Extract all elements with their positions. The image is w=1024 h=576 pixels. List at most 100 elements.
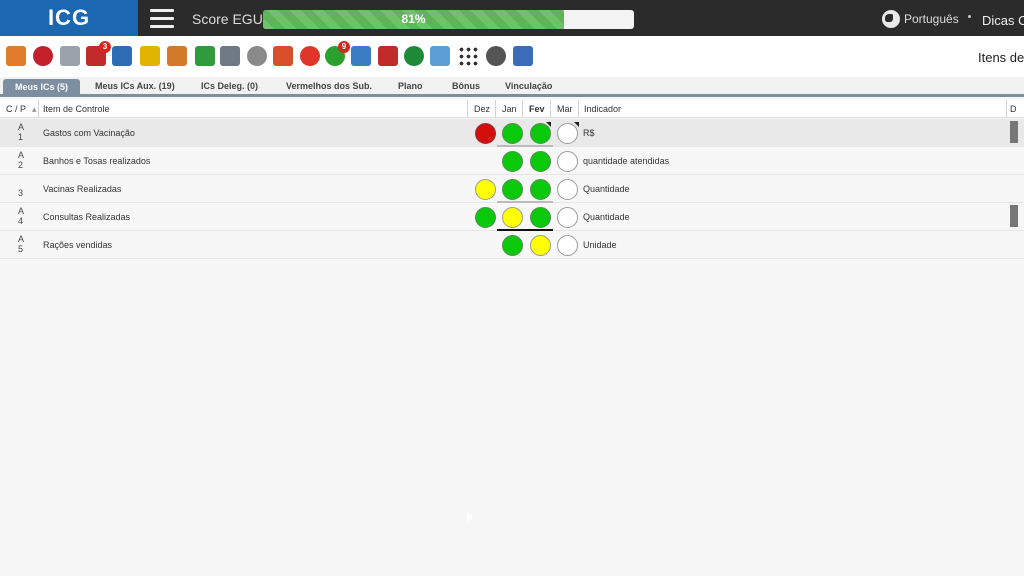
col-mar: Mar bbox=[557, 104, 573, 114]
row-scroll-marker[interactable] bbox=[1010, 121, 1018, 143]
language-selector[interactable]: Português bbox=[882, 10, 959, 28]
clipboard-icon[interactable] bbox=[60, 46, 80, 66]
status-jan-green[interactable] bbox=[502, 235, 523, 256]
tab-0[interactable]: Meus ICs (5) bbox=[3, 79, 81, 97]
items-label: Itens de bbox=[978, 50, 1024, 65]
table-row[interactable]: 3 Vacinas Realizadas Quantidade bbox=[0, 175, 1024, 203]
row-indicador: quantidade atendidas bbox=[583, 156, 670, 166]
presentation-icon[interactable] bbox=[430, 46, 450, 66]
apps-grid-icon[interactable] bbox=[458, 46, 478, 66]
col-d: D bbox=[1010, 104, 1017, 114]
status-fev-yellow[interactable] bbox=[530, 235, 551, 256]
stopwatch-icon[interactable] bbox=[247, 46, 267, 66]
row-indicador: Unidade bbox=[583, 240, 617, 250]
table-row[interactable]: A 5 Rações vendidas Unidade bbox=[0, 231, 1024, 259]
row-cp: A4 bbox=[18, 206, 24, 226]
col-dez: Dez bbox=[474, 104, 491, 114]
row-p: 3 bbox=[18, 188, 24, 198]
rocket-icon[interactable] bbox=[513, 46, 533, 66]
col-cp[interactable]: C / P bbox=[6, 104, 26, 114]
row-cp: A2 bbox=[18, 150, 24, 170]
row-scroll-marker[interactable] bbox=[1010, 205, 1018, 227]
link-icon[interactable] bbox=[140, 46, 160, 66]
help-icon[interactable] bbox=[486, 46, 506, 66]
globe-icon bbox=[882, 10, 900, 28]
status-dez-green[interactable] bbox=[475, 207, 496, 228]
status-mar-empty[interactable] bbox=[557, 179, 578, 200]
target-icon[interactable] bbox=[33, 46, 53, 66]
status-fev-green[interactable] bbox=[530, 207, 551, 228]
check-badge-icon[interactable]: 9 bbox=[325, 41, 350, 66]
row-p: 1 bbox=[18, 132, 24, 142]
table-row[interactable]: A 1 Gastos com Vacinação R$ bbox=[0, 119, 1024, 147]
tab-4[interactable]: Plano bbox=[398, 81, 423, 91]
col-jan: Jan bbox=[502, 104, 517, 114]
table-row[interactable]: A 4 Consultas Realizadas Quantidade bbox=[0, 203, 1024, 231]
tips-link[interactable]: Dicas O bbox=[982, 13, 1024, 28]
row-item-name[interactable]: Gastos com Vacinação bbox=[43, 128, 135, 138]
table-row[interactable]: A 2 Banhos e Tosas realizados quantidade at… bbox=[0, 147, 1024, 175]
org-chart-icon[interactable] bbox=[273, 46, 293, 66]
crosshair-icon[interactable] bbox=[300, 46, 320, 66]
top-bar: ICG Score EGU: 81% Português Dicas O bbox=[0, 0, 1024, 36]
status-jan-green[interactable] bbox=[502, 179, 523, 200]
row-item-name[interactable]: Banhos e Tosas realizados bbox=[43, 156, 150, 166]
notification-badge: 9 bbox=[338, 41, 350, 53]
row-item-name[interactable]: Vacinas Realizadas bbox=[43, 184, 121, 194]
row-c: A bbox=[18, 150, 25, 160]
bar-chart-icon[interactable] bbox=[112, 46, 132, 66]
status-mar-empty[interactable] bbox=[557, 207, 578, 228]
status-mar-empty[interactable] bbox=[557, 235, 578, 256]
grid-calendar-icon[interactable] bbox=[220, 46, 240, 66]
separator-dot bbox=[968, 15, 971, 18]
row-c: A bbox=[18, 122, 25, 132]
row-indicador: Quantidade bbox=[583, 212, 630, 222]
comment-marker bbox=[546, 122, 551, 127]
row-c bbox=[18, 178, 23, 188]
status-mar-empty[interactable] bbox=[557, 151, 578, 172]
row-indicador: Quantidade bbox=[583, 184, 630, 194]
mouse-cursor bbox=[467, 512, 473, 522]
comment-marker bbox=[574, 122, 579, 127]
edit-icon[interactable] bbox=[6, 46, 26, 66]
toolbar: Itens de 3 9 bbox=[0, 36, 1024, 77]
col-item[interactable]: Item de Controle bbox=[43, 104, 110, 114]
tab-bar: Meus ICs (5) Meus ICs Aux. (19) ICs Deleg.… bbox=[0, 77, 1024, 97]
status-fev-green[interactable] bbox=[530, 151, 551, 172]
status-dez-yellow[interactable] bbox=[475, 179, 496, 200]
tab-5[interactable]: Bônus bbox=[452, 81, 480, 91]
tab-3[interactable]: Vermelhos dos Sub. bbox=[286, 81, 372, 91]
col-fev: Fev bbox=[529, 104, 545, 114]
menu-icon[interactable] bbox=[150, 9, 174, 28]
score-progress-text: 81% bbox=[401, 12, 426, 26]
row-p: 5 bbox=[18, 244, 24, 254]
status-jan-green[interactable] bbox=[502, 151, 523, 172]
row-p: 2 bbox=[18, 160, 24, 170]
building-icon[interactable] bbox=[351, 46, 371, 66]
score-label: Score EGU: bbox=[192, 11, 267, 27]
status-dez-red[interactable] bbox=[475, 123, 496, 144]
row-cp: A1 bbox=[18, 122, 24, 142]
row-item-name[interactable]: Rações vendidas bbox=[43, 240, 112, 250]
people-icon[interactable] bbox=[167, 46, 187, 66]
tab-6[interactable]: Vinculação bbox=[505, 81, 552, 91]
row-p: 4 bbox=[18, 216, 24, 226]
clock-icon[interactable] bbox=[404, 46, 424, 66]
notification-badge: 3 bbox=[99, 41, 111, 53]
row-c: A bbox=[18, 234, 25, 244]
sort-icon[interactable]: ▴ bbox=[32, 104, 37, 115]
status-jan-yellow[interactable] bbox=[502, 207, 523, 228]
app-logo[interactable]: ICG bbox=[0, 0, 138, 36]
score-progress-bar: 81% bbox=[263, 10, 634, 29]
status-jan-green[interactable] bbox=[502, 123, 523, 144]
row-item-name[interactable]: Consultas Realizadas bbox=[43, 212, 130, 222]
award-icon[interactable] bbox=[195, 46, 215, 66]
calendar-alert-icon[interactable]: 3 bbox=[86, 41, 111, 66]
tab-2[interactable]: ICs Deleg. (0) bbox=[201, 81, 258, 91]
row-c: A bbox=[18, 206, 25, 216]
status-fev-green[interactable] bbox=[530, 179, 551, 200]
row-indicador: R$ bbox=[583, 128, 595, 138]
table-header: C / P ▴ Item de Controle Dez Jan Fev Mar… bbox=[0, 100, 1024, 118]
pdf-icon[interactable] bbox=[378, 46, 398, 66]
tab-1[interactable]: Meus ICs Aux. (19) bbox=[95, 81, 175, 91]
